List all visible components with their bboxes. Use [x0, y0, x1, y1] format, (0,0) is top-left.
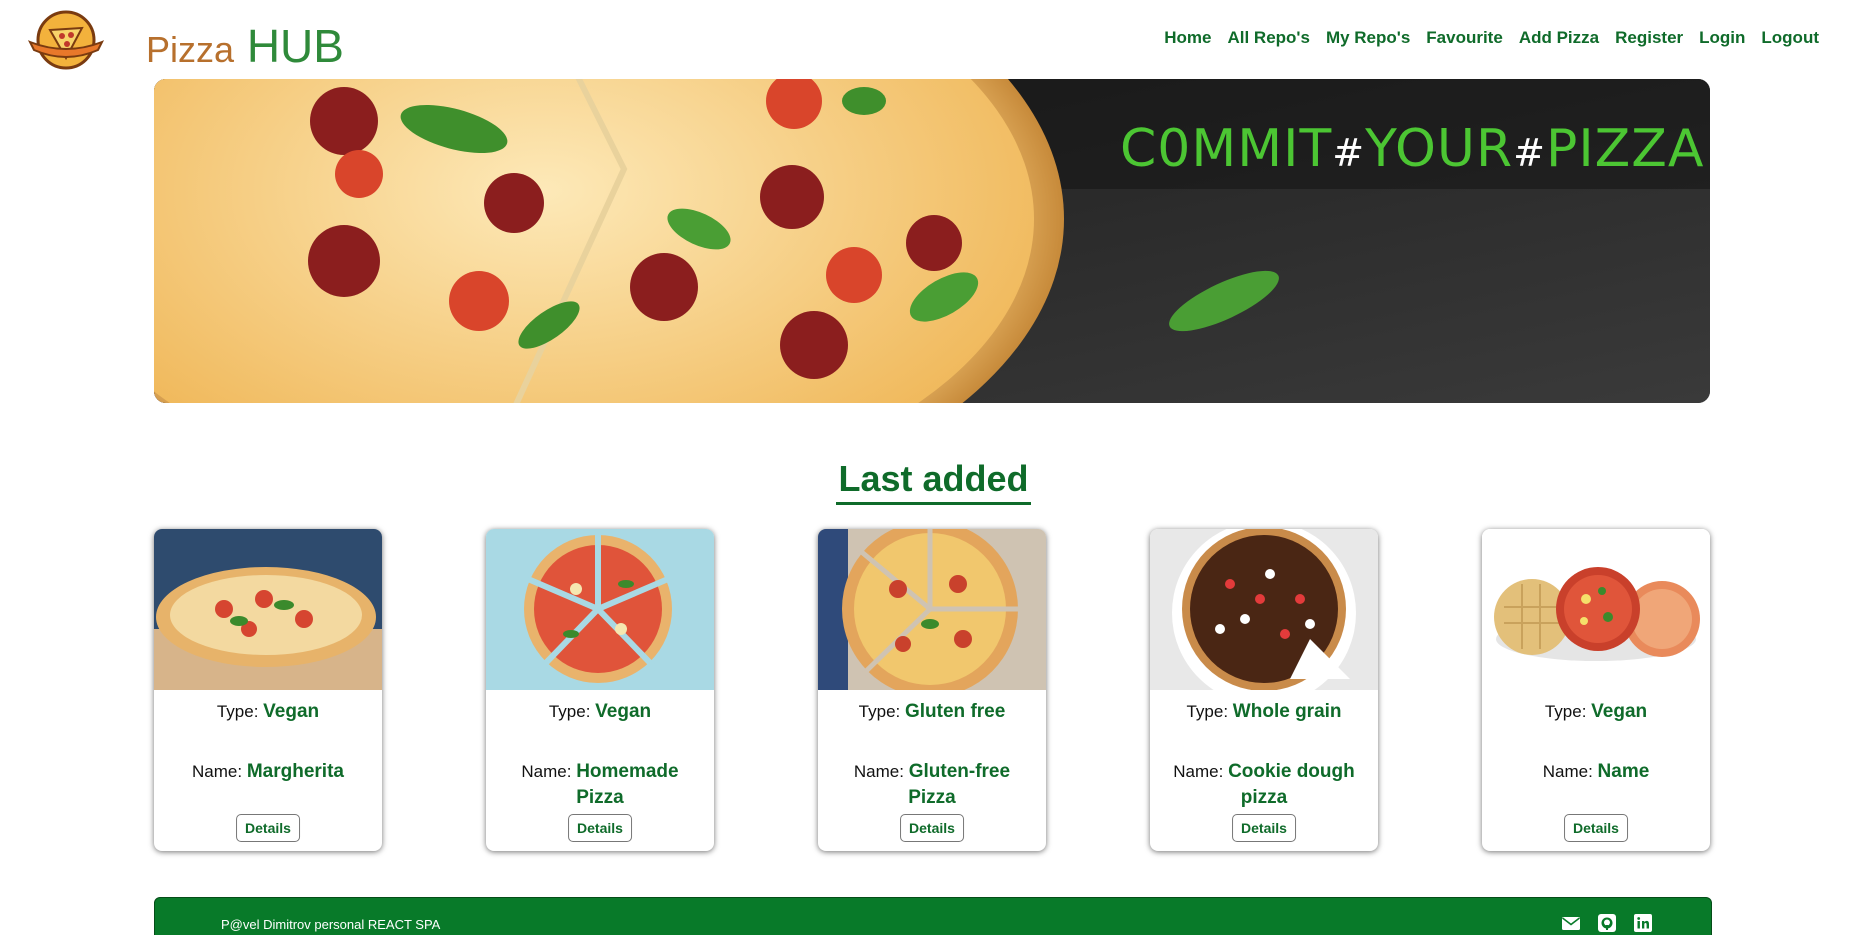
header: Pizza HUB Home All Repo's My Repo's Favo…: [0, 0, 1867, 78]
card-type-label: Type:: [858, 702, 901, 721]
nav-logout[interactable]: Logout: [1761, 28, 1819, 48]
pizza-image: [486, 529, 714, 690]
card-name-label: Name:: [853, 762, 904, 781]
nav-favourite[interactable]: Favourite: [1426, 28, 1503, 48]
pizza-image: [1150, 529, 1378, 690]
footer-social-links: [1561, 913, 1653, 933]
section-heading: Last added: [836, 458, 1031, 505]
nav-my-repos[interactable]: My Repo's: [1326, 28, 1410, 48]
hero-word-commit: C0MMIT: [1120, 119, 1333, 179]
brand-part-hub: HUB: [246, 20, 344, 72]
footer-credit: P@vel Dimitrov personal REACT SPA: [221, 917, 441, 932]
card-type-row: Type: Vegan: [1482, 701, 1710, 723]
card-type-value: Vegan: [595, 701, 652, 722]
pizza-card: Type: Vegan Name: Name Details: [1482, 529, 1710, 851]
pizza-image: [154, 529, 382, 690]
details-button[interactable]: Details: [1232, 814, 1296, 842]
hero-word-your: YOUR: [1365, 119, 1514, 179]
main-nav: Home All Repo's My Repo's Favourite Add …: [1164, 28, 1819, 48]
pizza-card: Type: Vegan Name: Margherita Details: [154, 529, 382, 851]
card-name-value: Homemade Pizza: [576, 761, 679, 808]
pizza-image: [818, 529, 1046, 690]
brand-title[interactable]: Pizza HUB: [146, 16, 344, 80]
mail-icon[interactable]: [1561, 913, 1581, 933]
hero-hash-2: #: [1513, 131, 1546, 175]
pizza-image: [1482, 529, 1710, 690]
card-name-value: Margherita: [246, 761, 344, 782]
card-name-value: Name: [1597, 761, 1650, 782]
card-name-value: Gluten-free Pizza: [908, 761, 1011, 808]
hero-slogan: C0MMIT#YOUR#PIZZA: [1120, 119, 1704, 179]
last-added-section-title: Last added: [0, 458, 1867, 505]
pizza-card: Type: Whole grain Name: Cookie dough piz…: [1150, 529, 1378, 851]
card-name-row: Name: Name: [1482, 759, 1710, 785]
hero-word-pizza: PIZZA: [1545, 119, 1705, 179]
card-type-value: Vegan: [1591, 701, 1648, 722]
details-button[interactable]: Details: [236, 814, 300, 842]
card-type-value: Vegan: [263, 701, 320, 722]
pizza-logo-icon[interactable]: [24, 8, 108, 72]
github-icon[interactable]: [1597, 913, 1617, 933]
card-type-value: Whole grain: [1232, 701, 1342, 722]
card-name-row: Name: Margherita: [154, 759, 382, 785]
details-button[interactable]: Details: [568, 814, 632, 842]
hero-hash-1: #: [1332, 131, 1366, 175]
nav-register[interactable]: Register: [1615, 28, 1683, 48]
card-type-row: Type: Vegan: [154, 701, 382, 723]
details-button[interactable]: Details: [1564, 814, 1628, 842]
hero-banner: C0MMIT#YOUR#PIZZA: [154, 79, 1710, 403]
card-type-row: Type: Whole grain: [1150, 701, 1378, 723]
card-type-label: Type:: [216, 702, 259, 721]
brand-part-pizza: Pizza: [146, 29, 235, 70]
nav-all-repos[interactable]: All Repo's: [1227, 28, 1309, 48]
pizza-card-list: Type: Vegan Name: Margherita Details Typ…: [154, 529, 1712, 851]
card-type-label: Type:: [1544, 702, 1587, 721]
pizza-card: Type: Vegan Name: Homemade Pizza Details: [486, 529, 714, 851]
nav-login[interactable]: Login: [1699, 28, 1745, 48]
nav-home[interactable]: Home: [1164, 28, 1211, 48]
pizza-card: Type: Gluten free Name: Gluten-free Pizz…: [818, 529, 1046, 851]
card-name-row: Name: Gluten-free Pizza: [818, 759, 1046, 811]
card-name-row: Name: Cookie dough pizza: [1150, 759, 1378, 811]
card-type-row: Type: Vegan: [486, 701, 714, 723]
card-name-label: Name:: [521, 762, 572, 781]
card-type-label: Type:: [548, 702, 591, 721]
card-name-label: Name:: [1542, 762, 1593, 781]
card-name-label: Name:: [192, 762, 243, 781]
card-name-label: Name:: [1173, 762, 1224, 781]
footer: P@vel Dimitrov personal REACT SPA: [154, 897, 1712, 935]
card-name-row: Name: Homemade Pizza: [486, 759, 714, 811]
nav-add-pizza[interactable]: Add Pizza: [1519, 28, 1599, 48]
card-type-label: Type:: [1186, 702, 1229, 721]
card-type-value: Gluten free: [905, 701, 1006, 722]
linkedin-icon[interactable]: [1633, 913, 1653, 933]
details-button[interactable]: Details: [900, 814, 964, 842]
card-name-value: Cookie dough pizza: [1228, 761, 1355, 808]
card-type-row: Type: Gluten free: [818, 701, 1046, 723]
